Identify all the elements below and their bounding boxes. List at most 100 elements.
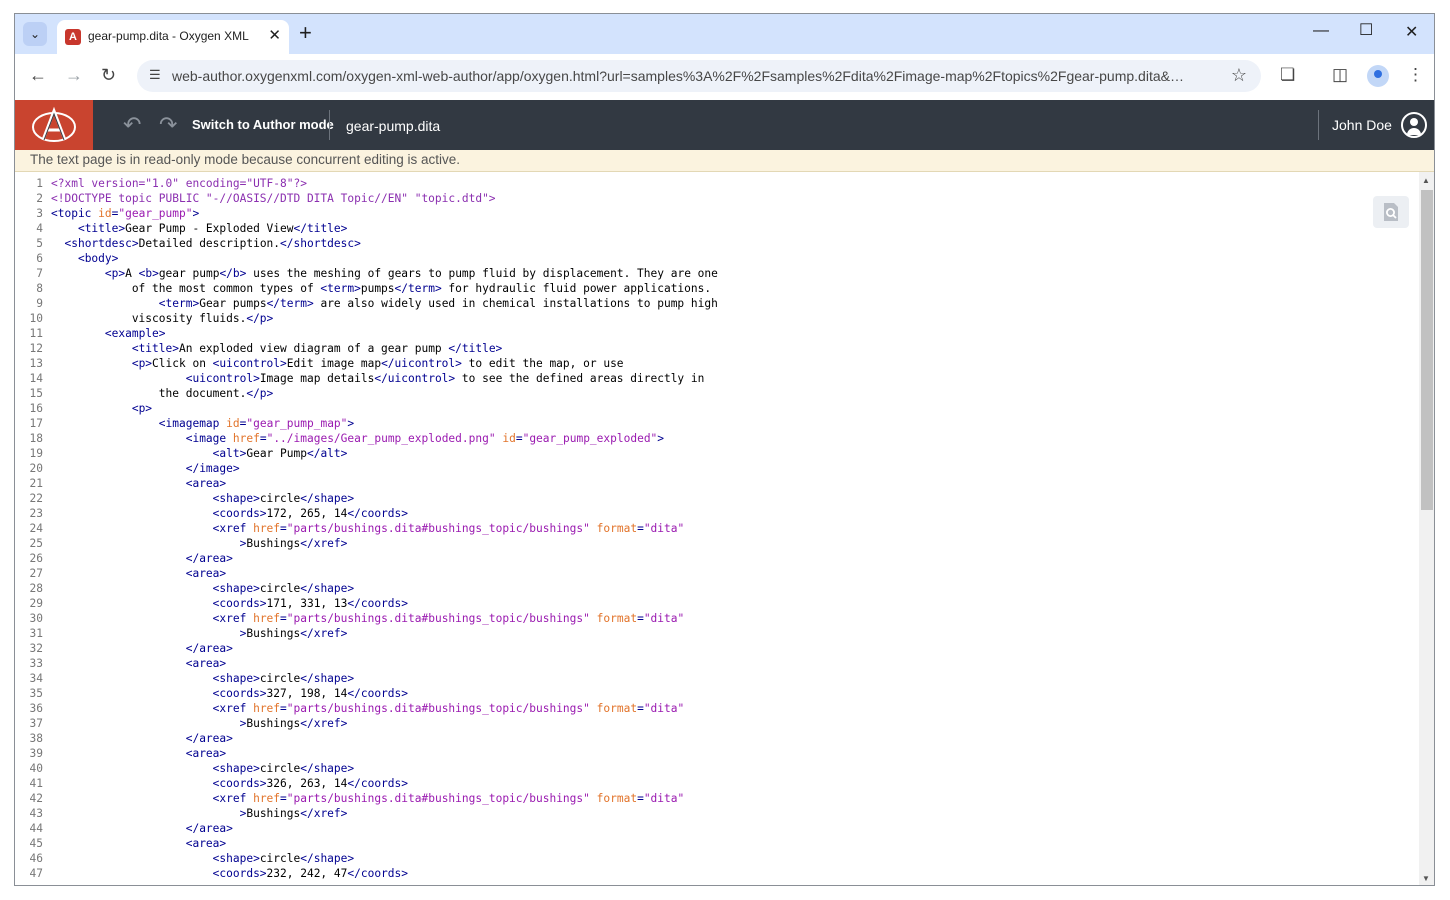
code-editor[interactable]: 1 <?xml version="1.0" encoding="UTF-8"?> 2… [15, 172, 1419, 885]
code-token: </area> [185, 552, 233, 565]
code-text[interactable]: <image href="../images/Gear_pump_explode… [51, 431, 664, 446]
code-text[interactable]: <!DOCTYPE topic PUBLIC "-//OASIS//DTD DI… [51, 191, 496, 206]
code-text[interactable]: <xref href="parts/bushings.dita#bushings… [51, 611, 685, 626]
code-text[interactable]: >Bushings</xref> [51, 716, 348, 731]
url-text[interactable]: web-author.oxygenxml.com/oxygen-xml-web-… [172, 68, 1187, 84]
code-text[interactable]: <coords>172, 265, 14</coords> [51, 506, 408, 521]
code-text[interactable]: <shape>circle</shape> [51, 581, 354, 596]
code-text[interactable]: <p> [51, 401, 152, 416]
scrollbar-thumb[interactable] [1421, 190, 1433, 510]
code-text[interactable]: <title>An exploded view diagram of a gea… [51, 341, 502, 356]
new-tab-icon[interactable]: + [299, 21, 312, 45]
code-text[interactable]: <body> [51, 251, 118, 266]
code-text[interactable]: <area> [51, 656, 226, 671]
code-token: </shape> [300, 492, 355, 505]
code-text[interactable]: <shape>circle</shape> [51, 671, 354, 686]
code-text[interactable]: </image> [51, 461, 240, 476]
code-text[interactable]: <term>Gear pumps</term> are also widely … [51, 296, 718, 311]
undo-icon[interactable]: ↶ [123, 112, 141, 138]
code-text[interactable]: <coords>327, 198, 14</coords> [51, 686, 408, 701]
side-panel-icon[interactable]: ◫ [1332, 65, 1348, 85]
code-token: 326, 263, 14 [266, 777, 348, 790]
scroll-down-icon[interactable]: ▼ [1422, 874, 1430, 883]
code-text[interactable]: <xref href="parts/bushings.dita#bushings… [51, 521, 685, 536]
code-token: <p> [104, 267, 126, 280]
code-text[interactable]: <uicontrol>Image map details</uicontrol>… [51, 371, 705, 386]
scroll-up-icon[interactable]: ▲ [1422, 176, 1430, 185]
code-text[interactable]: viscosity fluids.</p> [51, 311, 273, 326]
code-text[interactable]: <coords>326, 263, 14</coords> [51, 776, 408, 791]
code-text[interactable]: <shape>circle</shape> [51, 491, 354, 506]
code-text[interactable]: </area> [51, 641, 233, 656]
line-number: 47 [29, 867, 43, 880]
line-number: 9 [36, 297, 43, 310]
line-number: 41 [29, 777, 43, 790]
code-token: <xref [212, 612, 254, 625]
code-text[interactable]: <alt>Gear Pump</alt> [51, 446, 348, 461]
line-number: 13 [29, 357, 43, 370]
code-text[interactable]: </area> [51, 551, 233, 566]
code-text[interactable]: </area> [51, 821, 233, 836]
code-token: "../images/Gear_pump_exploded.png" [266, 432, 496, 445]
line-number: 10 [29, 312, 43, 325]
minimize-icon[interactable]: — [1313, 22, 1329, 40]
code-text[interactable]: <imagemap id="gear_pump_map"> [51, 416, 354, 431]
bookmark-star-icon[interactable]: ☆ [1231, 65, 1247, 86]
code-text[interactable]: <p>Click on <uicontrol>Edit image map</u… [51, 356, 624, 371]
code-text[interactable]: <coords>171, 331, 13</coords> [51, 596, 408, 611]
code-token: <xref [212, 702, 254, 715]
extensions-icon[interactable]: ❏ [1280, 65, 1295, 85]
code-text[interactable]: <?xml version="1.0" encoding="UTF-8"?> [51, 176, 307, 191]
back-icon[interactable]: ← [29, 65, 47, 86]
line-number: 45 [29, 837, 43, 850]
code-text[interactable]: >Bushings</xref> [51, 806, 348, 821]
code-token: circle [259, 492, 301, 505]
code-text[interactable]: <shortdesc>Detailed description.</shortd… [51, 236, 360, 251]
code-text[interactable]: <p>A <b>gear pump</b> uses the meshing o… [51, 266, 718, 281]
code-text[interactable]: <xref href="parts/bushings.dita#bushings… [51, 701, 685, 716]
code-token: "dita" [643, 702, 685, 715]
profile-avatar-icon[interactable] [1367, 65, 1389, 87]
maximize-icon[interactable]: ☐ [1359, 20, 1373, 40]
code-text[interactable]: <coords>232, 242, 47</coords> [51, 866, 408, 881]
code-text[interactable]: <area> [51, 836, 226, 851]
site-info-icon[interactable]: ☰ [149, 67, 161, 83]
code-text[interactable]: <area> [51, 476, 226, 491]
browser-menu-icon[interactable]: ⋮ [1407, 65, 1424, 85]
tab-close-icon[interactable]: ✕ [268, 26, 281, 44]
line-number: 32 [29, 642, 43, 655]
code-text[interactable]: </area> [51, 731, 233, 746]
reload-icon[interactable]: ↻ [101, 65, 116, 86]
code-text[interactable]: <area> [51, 566, 226, 581]
window-close-icon[interactable]: ✕ [1405, 22, 1418, 42]
code-text[interactable]: >Bushings</xref> [51, 536, 348, 551]
tab-search-button[interactable]: ⌄ [23, 22, 47, 46]
line-number: 25 [29, 537, 43, 550]
find-replace-button[interactable] [1373, 196, 1409, 228]
vertical-scrollbar[interactable]: ▲ ▼ [1419, 172, 1434, 885]
oxygen-logo-icon[interactable] [15, 100, 93, 150]
code-token: = [637, 522, 644, 535]
forward-icon[interactable]: → [65, 65, 83, 86]
code-text[interactable]: <topic id="gear_pump"> [51, 206, 199, 221]
code-text[interactable]: <title>Gear Pump - Exploded View</title> [51, 221, 347, 236]
redo-icon[interactable]: ↷ [159, 112, 177, 138]
code-token: "dita" [643, 792, 685, 805]
code-text[interactable]: <example> [51, 326, 166, 341]
code-text[interactable]: of the most common types of <term>pumps<… [51, 281, 711, 296]
user-name[interactable]: John Doe [1332, 117, 1392, 133]
code-text[interactable]: <shape>circle</shape> [51, 761, 354, 776]
user-account-icon[interactable] [1401, 112, 1427, 138]
code-text[interactable]: the document.</p> [51, 386, 274, 401]
code-text[interactable]: <shape>circle</shape> [51, 851, 354, 866]
switch-to-author-button[interactable]: Switch to Author mode [192, 117, 334, 132]
code-text[interactable]: <area> [51, 746, 226, 761]
address-bar[interactable]: ☰ web-author.oxygenxml.com/oxygen-xml-we… [137, 60, 1261, 92]
code-text[interactable]: >Bushings</xref> [51, 626, 348, 641]
tab-active[interactable]: A gear-pump.dita - Oxygen XML ✕ [57, 20, 289, 54]
code-text[interactable]: <xref href="parts/bushings.dita#bushings… [51, 791, 685, 806]
